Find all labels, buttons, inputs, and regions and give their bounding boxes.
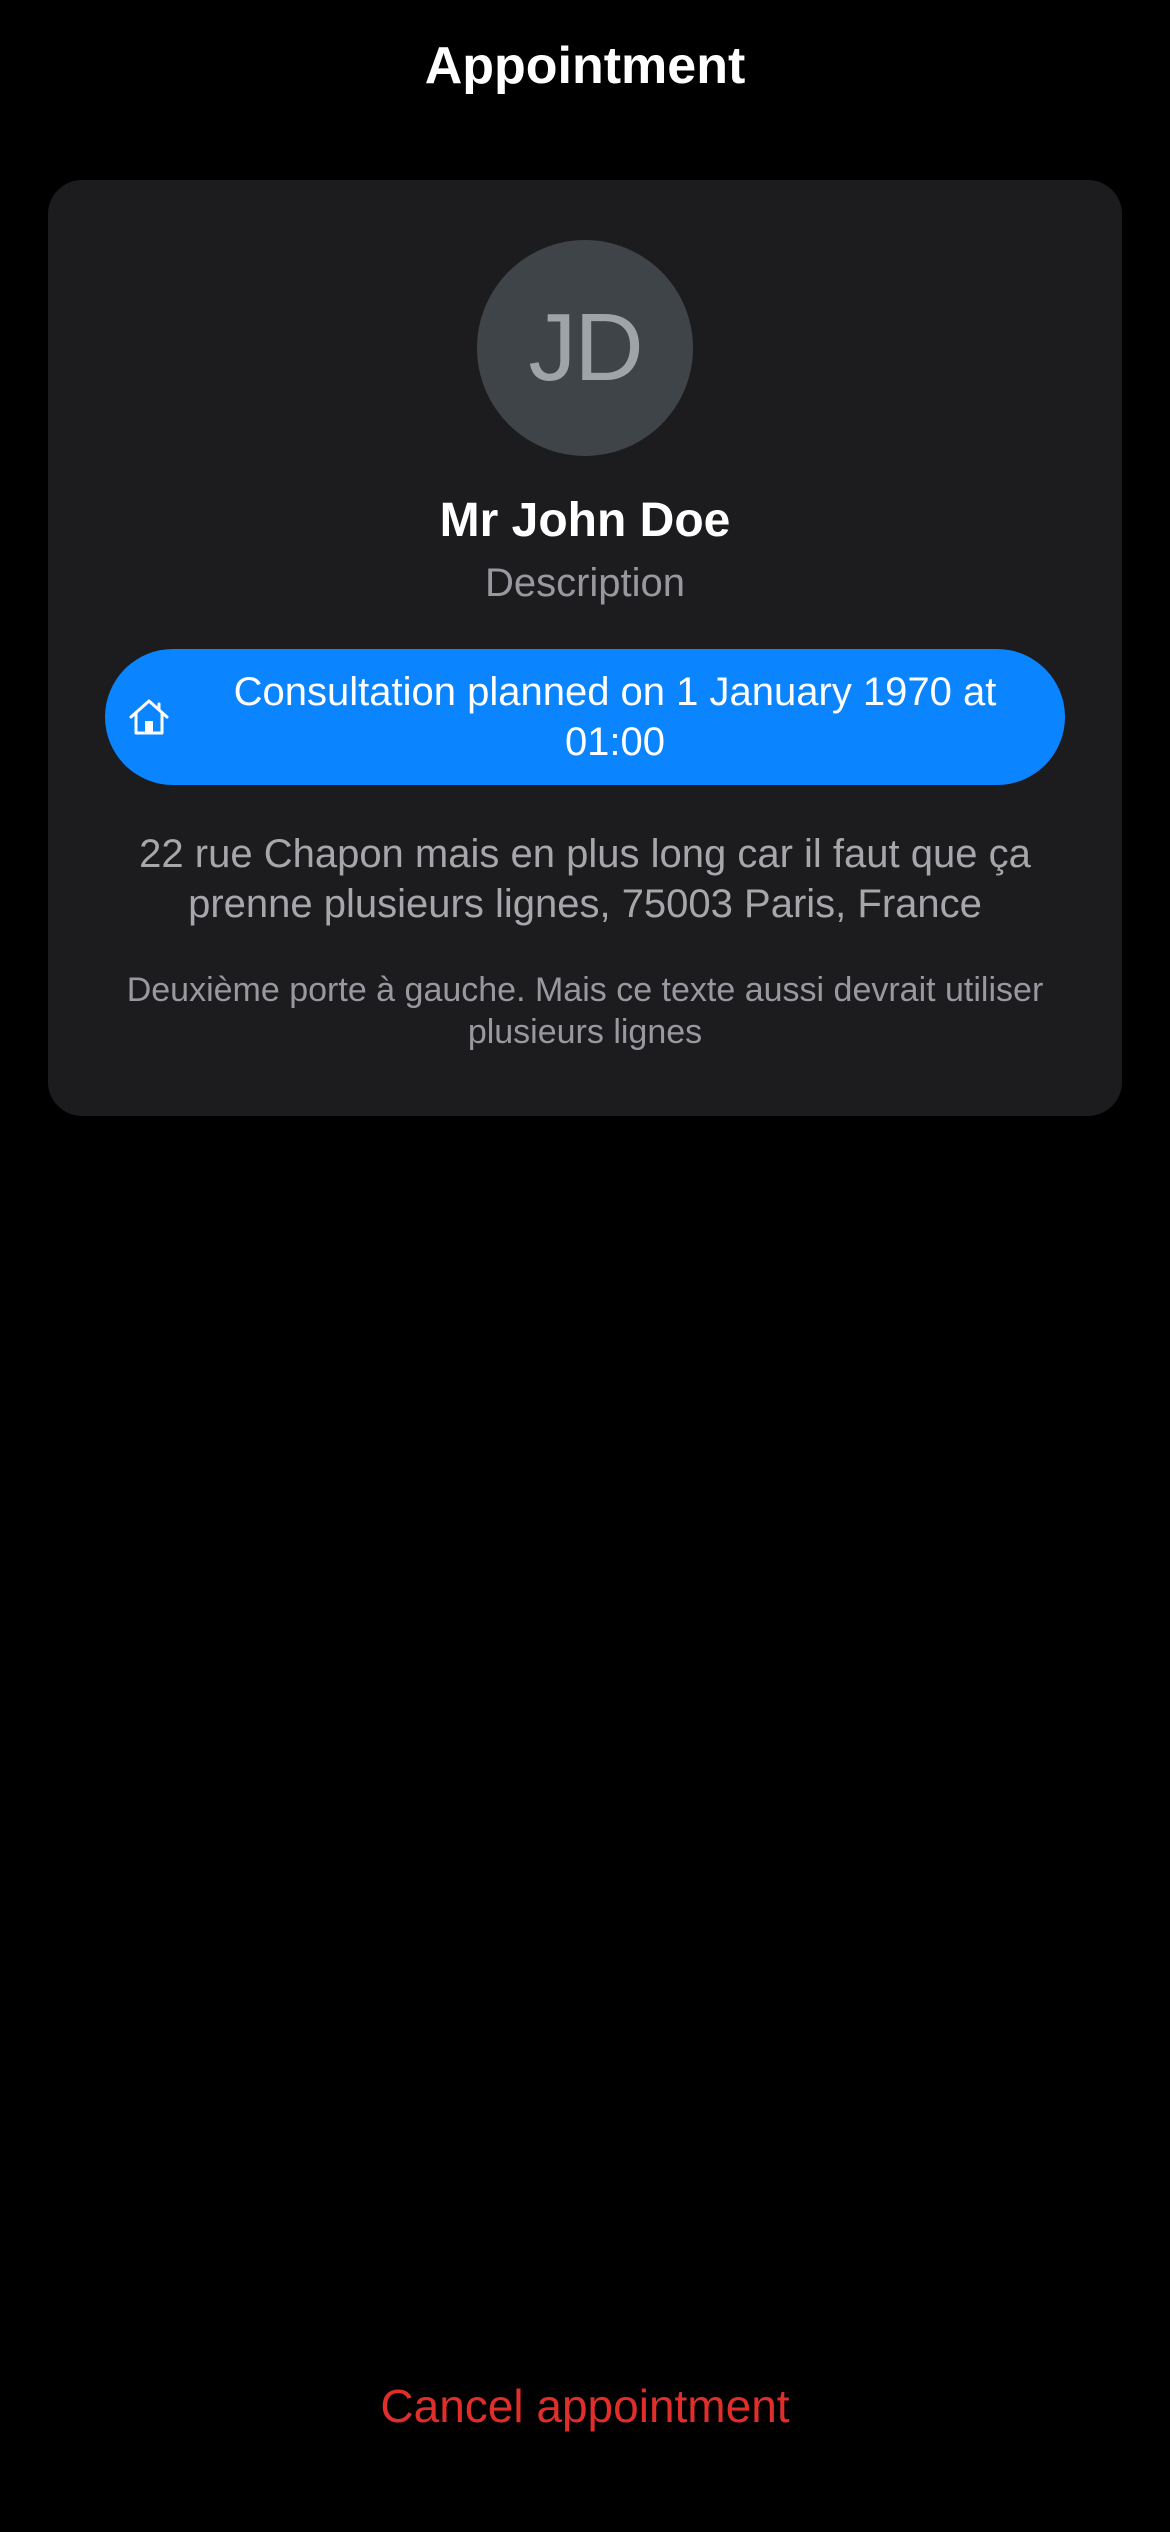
patient-name: Mr John Doe bbox=[439, 494, 731, 547]
address-text: 22 rue Chapon mais en plus long car il f… bbox=[139, 832, 1031, 926]
patient-description: Description bbox=[484, 561, 686, 605]
appointment-card: JD Mr John Doe Description Consultation … bbox=[48, 180, 1122, 1116]
cancel-appointment-button[interactable]: Cancel appointment bbox=[285, 2368, 885, 2444]
page-title: Appointment bbox=[424, 37, 746, 95]
avatar: JD bbox=[477, 240, 693, 456]
home-icon bbox=[129, 699, 169, 735]
consultation-label: Consultation planned on 1 January 1970 a… bbox=[233, 670, 997, 764]
avatar-initials: JD bbox=[528, 294, 643, 401]
access-note: Deuxième porte à gauche. Mais ce texte a… bbox=[126, 971, 1044, 1051]
consultation-badge: Consultation planned on 1 January 1970 a… bbox=[105, 649, 1065, 785]
